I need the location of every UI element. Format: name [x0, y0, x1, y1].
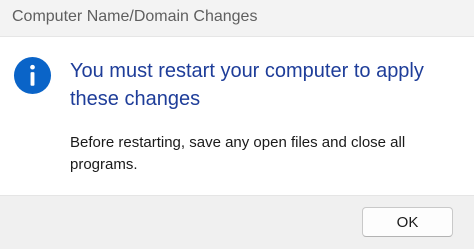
restart-dialog: Computer Name/Domain Changes You must re…: [0, 0, 474, 249]
window-title: Computer Name/Domain Changes: [12, 8, 258, 25]
title-bar[interactable]: Computer Name/Domain Changes: [0, 0, 474, 37]
main-instruction: You must restart your computer to apply …: [70, 60, 424, 110]
ok-button[interactable]: OK: [362, 207, 453, 237]
info-icon: [13, 56, 52, 95]
button-bar: OK: [0, 195, 474, 249]
content-text: Before restarting, save any open files a…: [70, 134, 406, 173]
